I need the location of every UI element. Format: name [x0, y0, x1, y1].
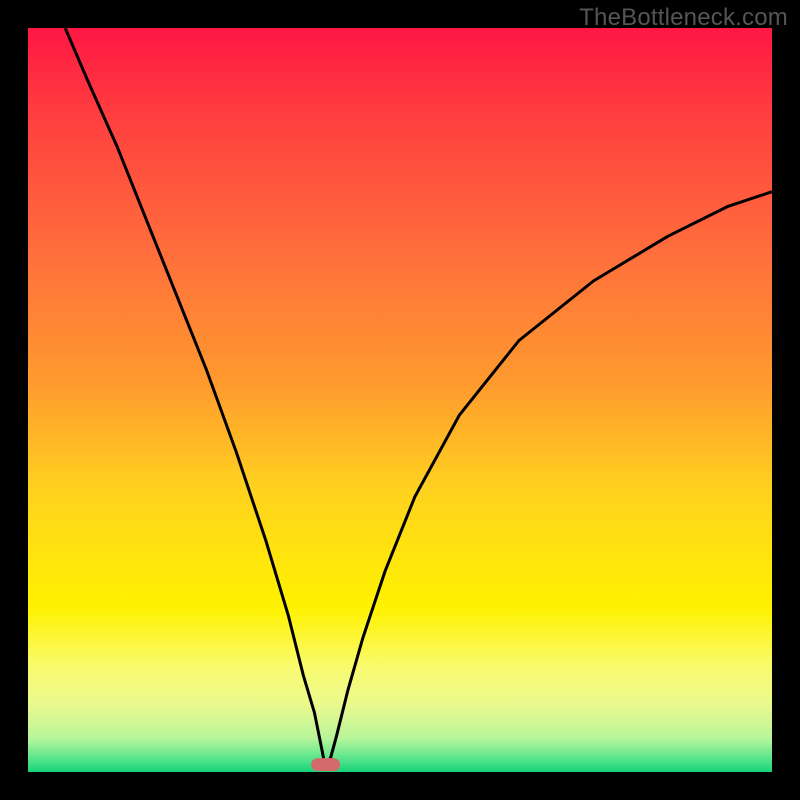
chart-frame: TheBottleneck.com	[0, 0, 800, 800]
plot-svg	[28, 28, 772, 772]
plot-area	[28, 28, 772, 772]
plot-background	[28, 28, 772, 772]
watermark-text: TheBottleneck.com	[579, 4, 788, 32]
optimum-marker	[312, 759, 340, 771]
